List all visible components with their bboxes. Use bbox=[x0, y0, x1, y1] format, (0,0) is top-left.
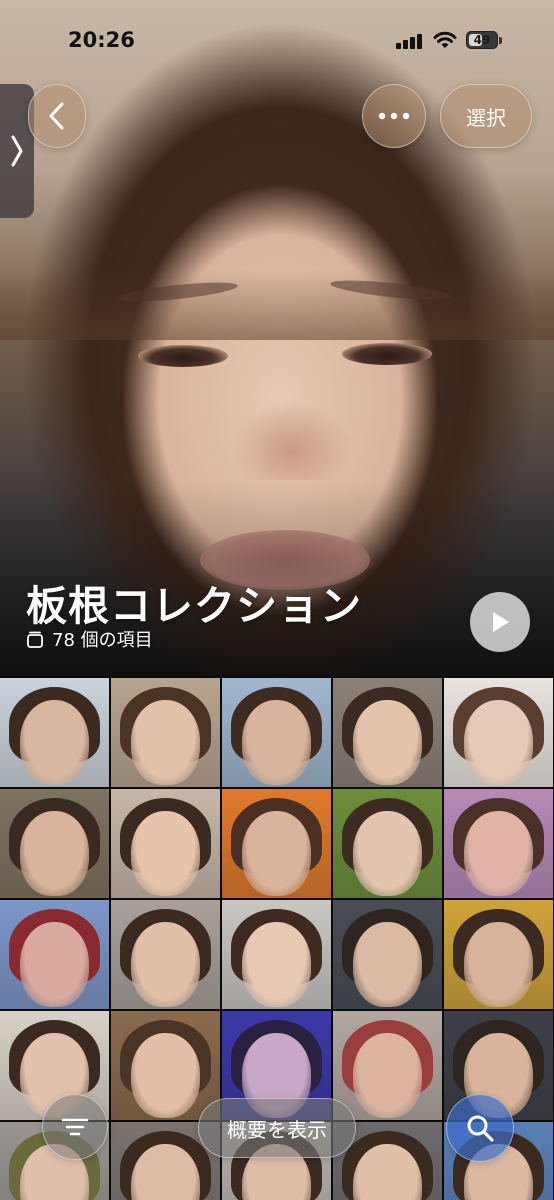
photo-thumbnail[interactable] bbox=[111, 1011, 220, 1120]
photo-thumbnail[interactable] bbox=[444, 789, 553, 898]
stack-icon bbox=[27, 631, 43, 648]
photo-thumbnail[interactable] bbox=[222, 678, 331, 787]
photo-thumbnail[interactable] bbox=[444, 678, 553, 787]
search-button[interactable] bbox=[446, 1094, 514, 1162]
thumbnail-face bbox=[130, 810, 201, 896]
thumbnail-face bbox=[352, 921, 423, 1007]
ellipsis-icon bbox=[378, 112, 410, 120]
play-slideshow-button[interactable] bbox=[470, 592, 530, 652]
wifi-icon bbox=[433, 31, 457, 48]
cover-eye-right bbox=[342, 343, 432, 365]
magnifier-icon bbox=[467, 1115, 494, 1142]
album-item-count: 78 個の項目 bbox=[26, 626, 153, 652]
photo-thumbnail[interactable] bbox=[0, 789, 109, 898]
photo-thumbnail[interactable] bbox=[0, 900, 109, 1009]
thumbnail-face bbox=[19, 810, 90, 896]
photo-thumbnail[interactable] bbox=[222, 789, 331, 898]
cellular-signal-icon bbox=[396, 33, 426, 49]
photo-thumbnail[interactable] bbox=[444, 900, 553, 1009]
thumbnail-face bbox=[463, 810, 534, 896]
photo-thumbnail[interactable] bbox=[111, 900, 220, 1009]
thumbnail-face bbox=[352, 699, 423, 785]
thumbnail-face bbox=[241, 699, 312, 785]
photo-thumbnail[interactable] bbox=[333, 789, 442, 898]
thumbnail-face bbox=[19, 699, 90, 785]
photo-thumbnail[interactable] bbox=[111, 678, 220, 787]
thumbnail-face bbox=[19, 921, 90, 1007]
thumbnail-face bbox=[241, 810, 312, 896]
chevron-right-icon bbox=[11, 135, 23, 167]
show-summary-button[interactable]: 概要を表示 bbox=[198, 1098, 356, 1158]
thumbnail-face bbox=[463, 921, 534, 1007]
sort-lines-icon bbox=[61, 1118, 89, 1136]
thumbnail-face bbox=[130, 1032, 201, 1118]
select-button[interactable]: 選択 bbox=[440, 84, 532, 148]
photo-thumbnail[interactable] bbox=[0, 678, 109, 787]
photo-thumbnail[interactable] bbox=[333, 1011, 442, 1120]
battery-icon: 49 bbox=[466, 31, 502, 49]
thumbnail-face bbox=[463, 699, 534, 785]
thumbnail-face bbox=[241, 921, 312, 1007]
photo-thumbnail[interactable] bbox=[333, 900, 442, 1009]
cover-eye-left bbox=[138, 345, 228, 367]
status-bar: 20:26 49 bbox=[0, 0, 554, 80]
album-title: 板根コレクション bbox=[26, 582, 362, 630]
more-options-button[interactable] bbox=[362, 84, 426, 148]
thumbnail-face bbox=[130, 699, 201, 785]
cover-nose bbox=[232, 330, 352, 480]
photo-thumbnail[interactable] bbox=[333, 678, 442, 787]
album-count-label: 78 個の項目 bbox=[52, 630, 153, 651]
thumbnail-face bbox=[130, 921, 201, 1007]
thumbnail-face bbox=[352, 810, 423, 896]
photo-thumbnail[interactable] bbox=[222, 900, 331, 1009]
back-button[interactable] bbox=[28, 84, 86, 148]
status-time: 20:26 bbox=[68, 28, 135, 52]
chevron-left-icon bbox=[49, 102, 64, 130]
sort-filter-button[interactable] bbox=[42, 1094, 108, 1160]
play-icon bbox=[493, 612, 509, 632]
battery-level: 49 bbox=[473, 33, 491, 47]
photo-thumbnail[interactable] bbox=[111, 789, 220, 898]
thumbnail-face bbox=[352, 1032, 423, 1118]
